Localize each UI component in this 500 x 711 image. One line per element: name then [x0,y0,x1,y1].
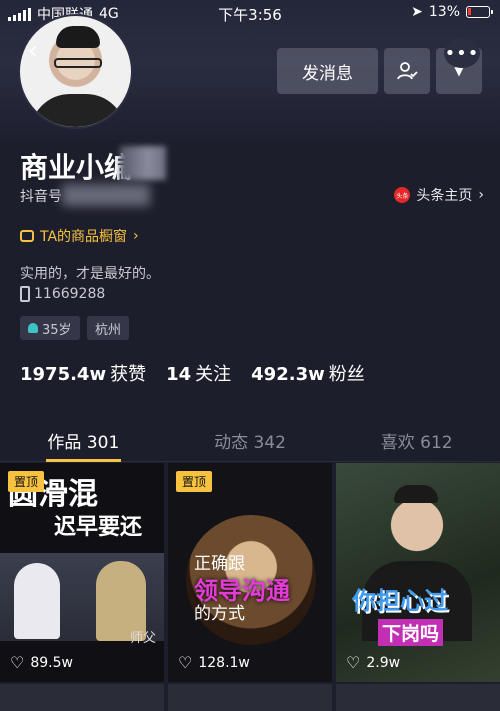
shop-link-label: TA的商品橱窗 [40,229,128,245]
douyin-id-label: 抖音号 [20,189,62,205]
profile-motto: 实用的，才是最好的。 [20,266,160,282]
person-icon [28,323,38,333]
tab-works[interactable]: 作品 301 [0,420,167,462]
send-message-button[interactable]: 发消息 [277,48,378,94]
following-stat[interactable]: 14 关注 [166,360,231,386]
avatar[interactable] [18,14,133,129]
video-thumbnail[interactable] [336,684,500,711]
age-label: 35岁 [42,322,72,338]
douyin-id-mosaic [62,184,150,206]
location-arrow-icon: ➤ [411,4,423,20]
video-thumbnail[interactable]: 圆滑混 迟早要还 师父 置顶 ♡ 89.5w [0,463,164,682]
video-thumbnail[interactable]: 你担心过 下岗吗 ♡ 2.9w [336,463,500,682]
video-likes-count: 2.9w [366,654,401,671]
profile-phone: 11669288 [20,286,105,302]
video-likes: ♡ 89.5w [10,653,73,672]
chevron-right-icon: › [478,187,484,203]
shop-icon [20,230,34,242]
phone-number: 11669288 [34,286,106,302]
user-check-icon [397,62,418,80]
avatar-hair [56,26,100,48]
more-options-button[interactable]: ••• [444,38,480,68]
video-title-line2: 迟早要还 [54,515,143,540]
avatar-body [30,94,126,127]
city-tag: 杭州 [87,316,130,340]
status-right: ➤ 13% [411,4,493,20]
followers-stat[interactable]: 492.3w 粉丝 [251,360,365,386]
tab-likes[interactable]: 喜欢 612 [333,420,500,461]
city-label: 杭州 [95,322,122,338]
video-thumbnail[interactable]: 正确跟 领导沟通 的方式 置顶 ♡ 128.1w [168,463,332,682]
video-likes-count: 89.5w [30,654,73,671]
username-mosaic [120,146,166,180]
video-likes: ♡ 128.1w [178,653,250,672]
video-likes-count: 128.1w [198,654,250,671]
battery-percent: 13% [428,4,460,20]
heart-icon: ♡ [178,653,193,672]
followers-label: 粉丝 [328,364,365,385]
pinned-badge: 置顶 [176,471,213,492]
heart-icon: ♡ [10,653,25,672]
following-label: 关注 [195,364,232,385]
back-button[interactable]: ‹ [20,36,46,66]
video-title-line1: 你担心过 [352,587,448,615]
followers-value: 492.3w [251,364,325,385]
following-value: 14 [166,364,192,385]
video-likes: ♡ 2.9w [346,653,400,672]
age-tag: 35岁 [20,316,80,340]
chevron-right-icon: › [133,228,139,244]
video-person [14,563,60,639]
phone-icon [20,286,30,302]
likes-value: 1975.4w [20,364,107,385]
toutiao-homepage-link[interactable]: 头条 头条主页 › [394,185,484,205]
heart-icon: ♡ [346,653,361,672]
toutiao-logo-icon: 头条 [394,187,411,203]
video-title-line2: 下岗吗 [378,619,444,646]
tab-posts[interactable]: 动态 342 [167,420,334,461]
follow-button[interactable] [384,48,430,94]
shop-window-link[interactable]: TA的商品橱窗 › [20,226,139,246]
battery-icon [466,6,493,18]
chevron-left-icon: ‹ [27,36,39,66]
ellipsis-icon: ••• [444,42,480,64]
video-thumbnail[interactable] [0,684,164,711]
likes-label: 获赞 [110,364,147,385]
video-caption: 师父 [129,631,156,646]
profile-stats: 1975.4w 获赞 14 关注 492.3w 粉丝 [20,360,365,386]
video-title-line3: 的方式 [194,604,245,624]
avatar-glasses [54,58,102,68]
username: 商业小编 [20,151,133,184]
likes-stat[interactable]: 1975.4w 获赞 [20,360,146,386]
profile-tabs: 作品 301 动态 342 喜欢 612 [0,420,500,462]
video-thumbnail[interactable] [168,684,332,711]
pinned-badge: 置顶 [8,471,45,492]
video-hair [394,485,438,503]
toutiao-link-label: 头条主页 [416,188,473,204]
